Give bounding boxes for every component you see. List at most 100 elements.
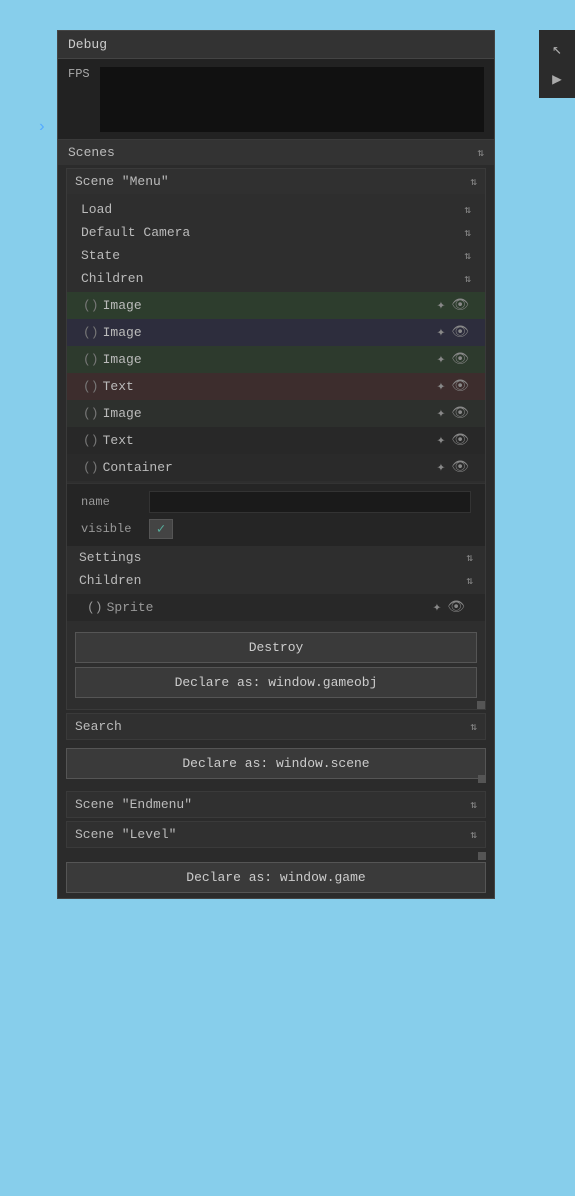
load-arrows-icon: ⇅	[464, 203, 471, 217]
resize-handle-game[interactable]	[478, 852, 486, 860]
fps-graph	[100, 67, 484, 132]
scene-endmenu-title: Scene "Endmenu"	[75, 797, 192, 812]
expand-arrow[interactable]: ›	[37, 118, 47, 136]
child-item-image3[interactable]: () Image ✦ 👁	[67, 346, 485, 373]
children-header-item[interactable]: Children ⇅	[67, 267, 485, 290]
inner-child-sprite-left: () Sprite	[87, 600, 153, 615]
settings-header[interactable]: Settings ⇅	[67, 546, 485, 569]
state-arrows-icon: ⇅	[464, 249, 471, 263]
child-item-container-icons: ✦ 👁	[437, 459, 469, 476]
child-item-image1[interactable]: () Image ✦ 👁	[67, 292, 485, 319]
eye-icon-image3[interactable]: 👁	[451, 351, 469, 368]
eye-icon-text1[interactable]: 👁	[451, 378, 469, 395]
child-item-image3-type: Image	[103, 352, 142, 367]
move-icon-image2[interactable]: ✦	[437, 324, 445, 341]
declare-scene-button[interactable]: Declare as: window.scene	[66, 748, 486, 779]
child-item-image3-icons: ✦ 👁	[437, 351, 469, 368]
scene-menu-sub-section: Load ⇅ Default Camera ⇅ State ⇅ Children…	[67, 194, 485, 627]
state-item[interactable]: State ⇅	[67, 244, 485, 267]
child-item-image4[interactable]: () Image ✦ 👁	[67, 400, 485, 427]
child-item-text1-left: () Text	[83, 379, 134, 394]
eye-icon-image1[interactable]: 👁	[451, 297, 469, 314]
load-label: Load	[81, 202, 112, 217]
inner-child-sprite-paren: ()	[87, 600, 103, 615]
play-icon[interactable]: ▶	[543, 66, 571, 92]
children-header-label: Children	[81, 271, 143, 286]
eye-icon-sprite[interactable]: 👁	[447, 599, 465, 616]
child-item-image2-paren: ()	[83, 325, 99, 340]
child-item-text2-icons: ✦ 👁	[437, 432, 469, 449]
visible-prop-row: visible ✓	[81, 516, 471, 542]
child-item-image1-type: Image	[103, 298, 142, 313]
move-icon-sprite[interactable]: ✦	[433, 599, 441, 616]
search-header[interactable]: Search ⇅	[67, 714, 485, 739]
child-item-image3-left: () Image	[83, 352, 142, 367]
child-item-image1-left: () Image	[83, 298, 142, 313]
scene-menu-block: Scene "Menu" ⇅ Load ⇅ Default Camera ⇅ S…	[66, 168, 486, 710]
fps-label: FPS	[68, 67, 90, 81]
eye-icon-image2[interactable]: 👁	[451, 324, 469, 341]
destroy-button[interactable]: Destroy	[75, 632, 477, 663]
eye-icon-text2[interactable]: 👁	[451, 432, 469, 449]
state-label: State	[81, 248, 120, 263]
child-item-image2[interactable]: () Image ✦ 👁	[67, 319, 485, 346]
scene-endmenu-arrows-icon: ⇅	[470, 798, 477, 812]
scene-endmenu-block: Scene "Endmenu" ⇅	[66, 791, 486, 818]
child-item-image2-icons: ✦ 👁	[437, 324, 469, 341]
children-arrows-icon: ⇅	[464, 272, 471, 286]
child-item-text2-left: () Text	[83, 433, 134, 448]
move-icon-text2[interactable]: ✦	[437, 432, 445, 449]
child-item-text2-paren: ()	[83, 433, 99, 448]
props-area: name visible ✓	[67, 483, 485, 546]
child-item-text2[interactable]: () Text ✦ 👁	[67, 427, 485, 454]
move-icon-image1[interactable]: ✦	[437, 297, 445, 314]
cursor-icon[interactable]: ↖	[543, 36, 571, 62]
child-item-text1[interactable]: () Text ✦ 👁	[67, 373, 485, 400]
child-item-image4-icons: ✦ 👁	[437, 405, 469, 422]
action-buttons: Destroy Declare as: window.gameobj	[67, 627, 485, 703]
child-item-container[interactable]: () Container ✦ 👁	[67, 454, 485, 481]
resize-handle-scene[interactable]	[478, 775, 486, 783]
child-item-image2-left: () Image	[83, 325, 142, 340]
name-prop-label: name	[81, 495, 141, 509]
move-icon-image4[interactable]: ✦	[437, 405, 445, 422]
child-item-container-left: () Container	[83, 460, 173, 475]
child-item-text1-paren: ()	[83, 379, 99, 394]
scenes-section-header[interactable]: Scenes ⇅	[58, 139, 494, 165]
default-camera-item[interactable]: Default Camera ⇅	[67, 221, 485, 244]
inner-children-header[interactable]: Children ⇅	[67, 569, 485, 592]
scene-level-title: Scene "Level"	[75, 827, 176, 842]
debug-title: Debug	[68, 37, 107, 52]
load-item[interactable]: Load ⇅	[67, 198, 485, 221]
inner-child-sprite[interactable]: () Sprite ✦ 👁	[67, 594, 485, 621]
visible-prop-label: visible	[81, 522, 141, 536]
move-icon-text1[interactable]: ✦	[437, 378, 445, 395]
scene-menu-header[interactable]: Scene "Menu" ⇅	[67, 169, 485, 194]
visible-checkbox[interactable]: ✓	[149, 519, 173, 539]
search-arrows-icon: ⇅	[470, 720, 477, 734]
scene-menu-title: Scene "Menu"	[75, 174, 169, 189]
scene-level-header[interactable]: Scene "Level" ⇅	[67, 822, 485, 847]
child-item-image3-paren: ()	[83, 352, 99, 367]
inner-child-sprite-icons: ✦ 👁	[433, 599, 465, 616]
child-item-text2-type: Text	[103, 433, 134, 448]
scene-menu-arrows-icon: ⇅	[470, 175, 477, 189]
eye-icon-image4[interactable]: 👁	[451, 405, 469, 422]
child-item-image4-type: Image	[103, 406, 142, 421]
eye-icon-container[interactable]: 👁	[451, 459, 469, 476]
declare-game-button[interactable]: Declare as: window.game	[66, 862, 486, 893]
move-icon-container[interactable]: ✦	[437, 459, 445, 476]
resize-handle-gameobj[interactable]	[477, 701, 485, 709]
name-prop-input[interactable]	[149, 491, 471, 513]
inner-child-sprite-type: Sprite	[107, 600, 154, 615]
scenes-arrows-icon: ⇅	[477, 146, 484, 160]
search-label: Search	[75, 719, 122, 734]
declare-gameobj-button[interactable]: Declare as: window.gameobj	[75, 667, 477, 698]
child-item-container-paren: ()	[83, 460, 99, 475]
child-item-image1-paren: ()	[83, 298, 99, 313]
move-icon-image3[interactable]: ✦	[437, 351, 445, 368]
child-item-text1-type: Text	[103, 379, 134, 394]
scene-endmenu-header[interactable]: Scene "Endmenu" ⇅	[67, 792, 485, 817]
default-camera-label: Default Camera	[81, 225, 190, 240]
scene-level-block: Scene "Level" ⇅	[66, 821, 486, 848]
